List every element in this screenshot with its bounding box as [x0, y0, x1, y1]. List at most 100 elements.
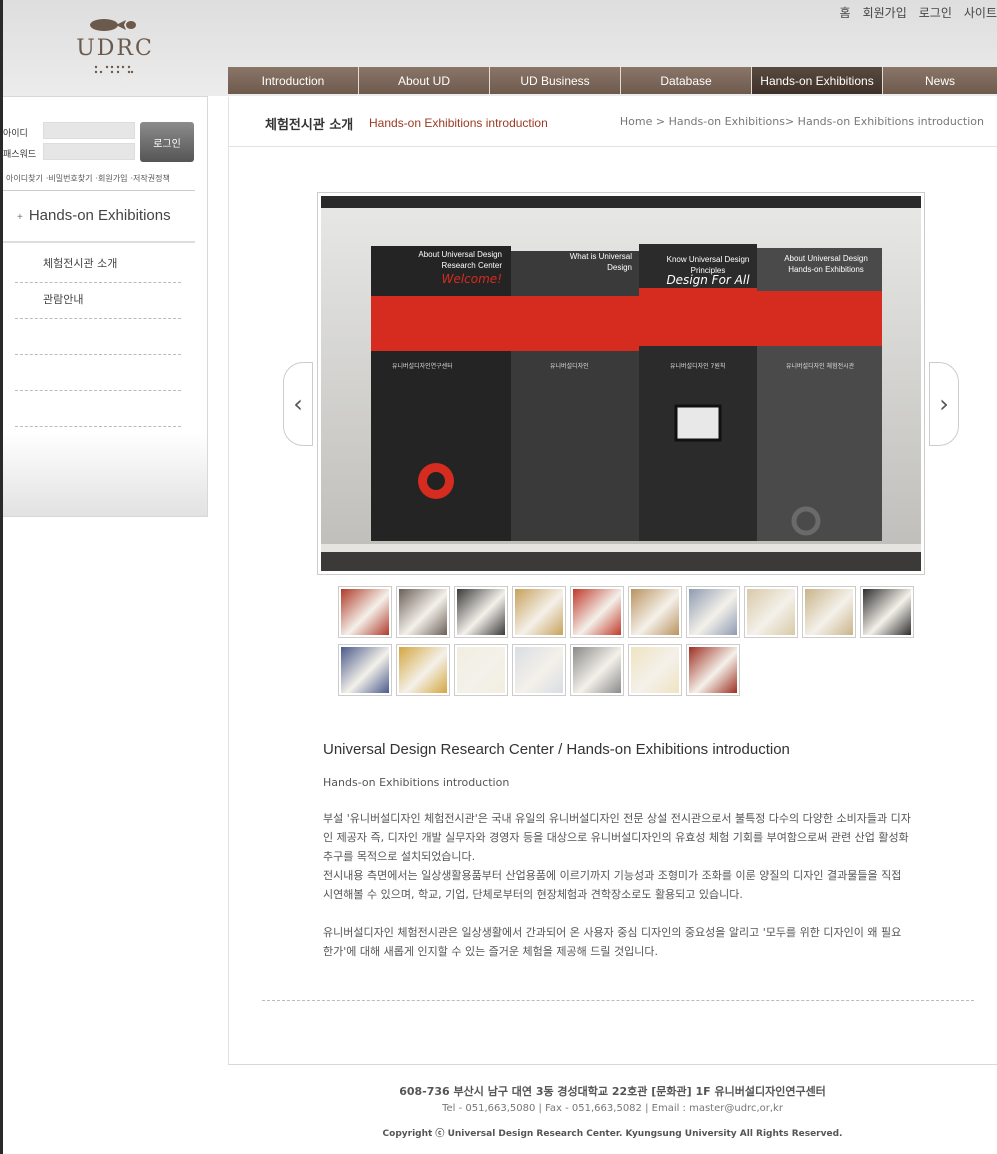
- gallery-thumbnail[interactable]: [338, 586, 392, 638]
- footer-divider: [228, 1064, 997, 1065]
- signup-link[interactable]: ·회원가입: [96, 173, 128, 184]
- sidebar-item-empty: [15, 355, 181, 391]
- id-input[interactable]: [43, 122, 135, 139]
- gallery-thumbnail[interactable]: [570, 644, 624, 696]
- sidebar-item-visit-guide[interactable]: 관람안내: [15, 283, 181, 319]
- gallery-thumbnail[interactable]: [686, 644, 740, 696]
- braille-dots-icon: [94, 65, 134, 74]
- thumbnail-image: [457, 589, 505, 635]
- sidebar-title-underline: [3, 241, 195, 243]
- panel-2-body: 유니버설디자인: [550, 363, 589, 370]
- panel-3-body: 유니버설디자인 7원칙: [670, 363, 726, 370]
- content-title-bar: 체험전시관 소개 Hands-on Exhibitions introducti…: [228, 97, 997, 147]
- section-subheading: Hands-on Exhibitions introduction: [323, 776, 510, 789]
- thumbnail-image: [631, 647, 679, 693]
- password-input[interactable]: [43, 143, 135, 160]
- footer-contact: Tel - 051,663,5080 | Fax - 051,663,5082 …: [442, 1103, 783, 1114]
- thumbnail-image: [457, 647, 505, 693]
- gallery-prev-button[interactable]: ‹: [283, 362, 313, 446]
- gallery-thumbnail[interactable]: [512, 644, 566, 696]
- login-link[interactable]: 로그인: [919, 4, 952, 21]
- gallery-thumbnail[interactable]: [570, 586, 624, 638]
- nav-database[interactable]: Database: [621, 67, 752, 94]
- sidebar-item-empty: [15, 391, 181, 427]
- content-divider: [262, 1000, 974, 1001]
- thumbnail-image: [399, 589, 447, 635]
- gallery-thumbnail[interactable]: [512, 586, 566, 638]
- sidebar-item-empty: [15, 319, 181, 355]
- gallery-thumbnail[interactable]: [802, 586, 856, 638]
- sidebar-item-exhibition-intro[interactable]: 체험전시관 소개: [15, 247, 181, 283]
- panel-1-heading: About Universal Design Research Center: [418, 250, 502, 270]
- panel-4-body: 유니버설디자인 체험전시관: [786, 363, 855, 370]
- nav-news[interactable]: News: [883, 67, 997, 94]
- sitemap-link[interactable]: 사이트: [964, 4, 997, 21]
- gallery-thumbnail[interactable]: [860, 586, 914, 638]
- thumbnail-image: [689, 647, 737, 693]
- intro-paragraph-3: 유니버설디자인 체험전시관은 일상생활에서 간과되어 온 사용자 중심 디자인의…: [323, 926, 902, 958]
- nav-hands-on-exhibitions[interactable]: Hands-on Exhibitions: [752, 67, 883, 94]
- footer-copyright: Copyright ⓒ Universal Design Research Ce…: [382, 1129, 843, 1139]
- gallery-thumbnail[interactable]: [628, 644, 682, 696]
- copyright-policy-link[interactable]: ·저작권정책: [131, 173, 170, 184]
- page-title: 체험전시관 소개: [265, 118, 354, 133]
- thumbnail-image: [515, 647, 563, 693]
- gallery-thumbnail[interactable]: [744, 586, 798, 638]
- page-subtitle: Hands-on Exhibitions introduction: [369, 116, 548, 130]
- thumbnail-image: [399, 647, 447, 693]
- login-button[interactable]: 로그인: [140, 122, 194, 162]
- section-heading: Universal Design Research Center / Hands…: [323, 741, 790, 758]
- home-link[interactable]: 홈: [840, 4, 851, 21]
- gallery-thumbnail[interactable]: [454, 586, 508, 638]
- thumbnail-image: [341, 647, 389, 693]
- nav-about-ud[interactable]: About UD: [359, 67, 490, 94]
- gallery-thumbnail[interactable]: [396, 644, 450, 696]
- panel-3-accent: Design For All: [666, 273, 750, 287]
- top-links: 홈 회원가입 로그인 사이트: [840, 4, 997, 21]
- thumbnail-image: [689, 589, 737, 635]
- nav-introduction[interactable]: Introduction: [228, 67, 359, 94]
- find-password-link[interactable]: ·비밀번호찾기: [46, 173, 93, 184]
- nav-ud-business[interactable]: UD Business: [490, 67, 621, 94]
- intro-paragraph-1: 부설 '유니버설디자인 체험전시관'은 국내 유일의 유니버설디자인 전문 상설…: [323, 812, 911, 863]
- chevron-left-icon: ‹: [293, 390, 303, 418]
- sidebar-title: + Hands-on Exhibitions: [17, 207, 171, 224]
- thumbnail-image: [515, 589, 563, 635]
- gallery-thumbnail[interactable]: [686, 586, 740, 638]
- panel-4-heading: About Universal Design Hands-on Exhibiti…: [784, 254, 868, 274]
- id-label: 아이디: [3, 129, 28, 139]
- password-label: 패스워드: [3, 150, 37, 160]
- udrc-logo[interactable]: UDRC: [70, 14, 160, 78]
- content-left-border: [228, 147, 229, 1064]
- fish-logo-icon: [90, 19, 136, 31]
- thumbnail-image: [573, 589, 621, 635]
- thumbnail-image: [805, 589, 853, 635]
- main-nav: Introduction About UD UD Business Databa…: [228, 67, 997, 94]
- intro-paragraph-2: 전시내용 측면에서는 일상생활용품부터 산업용품에 이르기까지 기능성과 조형미…: [323, 869, 902, 901]
- account-links: 아이디찾기 ·비밀번호찾기 ·회원가입 ·저작권정책: [6, 173, 170, 184]
- thumbnail-image: [631, 589, 679, 635]
- thumbnail-image: [747, 589, 795, 635]
- breadcrumb[interactable]: Home > Hands-on Exhibitions> Hands-on Ex…: [620, 115, 984, 128]
- sidebar: 아이디 패스워드 로그인 아이디찾기 ·비밀번호찾기 ·회원가입 ·저작권정책 …: [3, 96, 208, 517]
- chevron-right-icon: ›: [939, 390, 949, 418]
- footer-address: 608-736 부산시 남구 대연 3동 경성대학교 22호관 [문화관] 1F…: [399, 1085, 826, 1098]
- signup-link[interactable]: 회원가입: [863, 4, 907, 21]
- sidebar-title-text: Hands-on Exhibitions: [28, 207, 171, 224]
- sidebar-divider: [3, 190, 195, 191]
- gallery-thumbnail[interactable]: [396, 586, 450, 638]
- find-id-link[interactable]: 아이디찾기: [6, 173, 43, 184]
- panel-2-heading: What is Universal Design: [569, 252, 632, 272]
- logo-text: UDRC: [76, 36, 154, 61]
- gallery-thumbnail[interactable]: [338, 644, 392, 696]
- panel-1-body: 유니버설디자인연구센터: [392, 363, 453, 370]
- plus-icon: +: [17, 212, 23, 223]
- gallery-thumbnail[interactable]: [454, 644, 508, 696]
- gallery-main-frame: About Universal Design Research Center W…: [317, 192, 925, 575]
- gallery-next-button[interactable]: ›: [929, 362, 959, 446]
- thumbnail-image: [573, 647, 621, 693]
- panel-1-accent: Welcome!: [441, 272, 502, 286]
- gallery-thumbnail[interactable]: [628, 586, 682, 638]
- thumbnail-image: [863, 589, 911, 635]
- thumbnail-image: [341, 589, 389, 635]
